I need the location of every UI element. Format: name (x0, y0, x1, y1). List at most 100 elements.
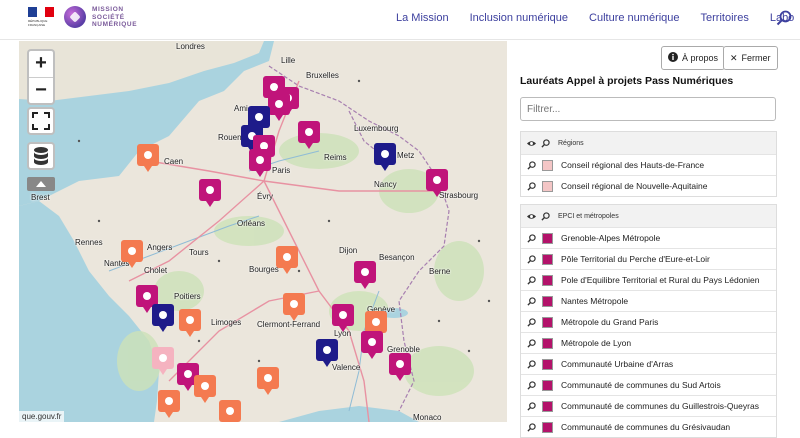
zoom-control: + − (27, 49, 55, 105)
nav-inclusion-numerique[interactable]: Inclusion numérique (470, 12, 568, 24)
zoom-to-icon[interactable] (527, 160, 536, 170)
list-item[interactable]: Communauté de communes du Guillestrois-Q… (521, 395, 776, 416)
color-swatch (542, 421, 553, 433)
map-marker[interactable] (365, 311, 387, 339)
map-marker[interactable] (152, 347, 174, 375)
panel-title: Lauréats Appel à projets Pass Numériques (520, 75, 734, 87)
zoom-to-icon[interactable] (541, 211, 550, 221)
city-label: Valence (332, 363, 361, 372)
nav-la-mission[interactable]: La Mission (396, 12, 449, 24)
map-marker[interactable] (121, 240, 143, 268)
zoom-to-icon[interactable] (541, 138, 550, 148)
list-item[interactable]: Conseil régional des Hauts-de-France (521, 154, 776, 175)
map-marker[interactable] (194, 375, 216, 403)
search-icon[interactable] (776, 10, 792, 26)
map-marker[interactable] (158, 390, 180, 418)
city-label: Tours (189, 248, 209, 257)
city-label: Lille (281, 56, 296, 65)
eye-icon[interactable] (527, 139, 536, 148)
list-item[interactable]: Métropole de Lyon (521, 332, 776, 353)
city-label: Clermont-Ferrand (257, 320, 321, 329)
color-swatch (542, 180, 553, 192)
map-marker[interactable] (276, 246, 298, 274)
zoom-to-icon[interactable] (527, 296, 536, 306)
mission-societe-numerique-logo[interactable]: MISSION SOCIÉTÉ NUMÉRIQUE (64, 6, 137, 29)
map-marker[interactable] (219, 400, 241, 422)
map-attribution[interactable]: que.gouv.fr (19, 411, 65, 422)
about-button[interactable]: À propos (661, 46, 726, 70)
zoom-to-icon[interactable] (527, 422, 536, 432)
epci-list: Grenoble-Alpes Métropole Pôle Territorial… (521, 227, 776, 437)
list-item[interactable]: Communauté de communes du Grésivaudan (521, 416, 776, 437)
map-marker[interactable] (298, 121, 320, 149)
map-marker[interactable] (257, 367, 279, 395)
msn-logo-text: MISSION SOCIÉTÉ NUMÉRIQUE (92, 6, 137, 29)
city-label: Reims (324, 153, 347, 162)
map-marker[interactable] (374, 143, 396, 171)
map-marker[interactable] (389, 353, 411, 381)
list-item[interactable]: Grenoble-Alpes Métropole (521, 227, 776, 248)
city-label: Évry (257, 192, 273, 201)
list-item[interactable]: Pôle Territorial du Perche d'Eure-et-Loi… (521, 248, 776, 269)
map-marker[interactable] (332, 304, 354, 332)
map-marker[interactable] (268, 93, 290, 121)
close-icon: ✕ (730, 52, 738, 63)
city-label: Nancy (374, 180, 397, 189)
color-swatch (542, 379, 553, 391)
close-button[interactable]: ✕ Fermer (723, 46, 778, 70)
map-marker[interactable] (354, 261, 376, 289)
city-label: Orléans (237, 219, 266, 228)
zoom-out-button[interactable]: − (29, 77, 53, 103)
collapse-toggle[interactable] (27, 177, 55, 191)
city-label: Brest (31, 193, 50, 202)
map-marker[interactable] (152, 304, 174, 332)
nav-culture-numerique[interactable]: Culture numérique (589, 12, 680, 24)
msn-logo-mark (64, 6, 86, 29)
list-item[interactable]: Communauté de communes du Sud Artois (521, 374, 776, 395)
color-swatch (542, 274, 553, 286)
list-item[interactable]: Métropole du Grand Paris (521, 311, 776, 332)
map-marker[interactable] (361, 331, 383, 359)
zoom-to-icon[interactable] (527, 233, 536, 243)
color-swatch (542, 232, 553, 244)
city-label: Berne (429, 267, 451, 276)
list-item[interactable]: Pole d'Equilibre Territorial et Rural du… (521, 269, 776, 290)
map-marker[interactable] (179, 309, 201, 337)
city-label: Cholet (144, 266, 168, 275)
list-item[interactable]: Communauté Urbaine d'Arras (521, 353, 776, 374)
list-item[interactable]: Nantes Métropole (521, 290, 776, 311)
zoom-to-icon[interactable] (527, 317, 536, 327)
item-label: Métropole du Grand Paris (561, 317, 659, 327)
item-label: Pole d'Equilibre Territorial et Rural du… (561, 275, 760, 285)
zoom-to-icon[interactable] (527, 380, 536, 390)
color-swatch (542, 159, 553, 171)
filter-input[interactable] (520, 97, 776, 121)
map-marker[interactable] (137, 144, 159, 172)
city-label: Metz (397, 151, 415, 160)
map-marker[interactable] (426, 169, 448, 197)
eye-icon[interactable] (527, 212, 536, 221)
zoom-to-icon[interactable] (527, 359, 536, 369)
map-marker[interactable] (316, 339, 338, 367)
zoom-to-icon[interactable] (527, 181, 536, 191)
zoom-to-icon[interactable] (527, 401, 536, 411)
layers-button[interactable] (27, 142, 55, 170)
zoom-to-icon[interactable] (527, 338, 536, 348)
info-icon (668, 52, 678, 64)
map-marker[interactable] (283, 293, 305, 321)
list-item[interactable]: Conseil régional de Nouvelle-Aquitaine (521, 175, 776, 196)
about-label: À propos (682, 53, 719, 63)
zoom-to-icon[interactable] (527, 275, 536, 285)
color-swatch (542, 400, 553, 412)
zoom-to-icon[interactable] (527, 254, 536, 264)
zoom-in-button[interactable]: + (29, 51, 53, 77)
map-marker[interactable] (249, 149, 271, 177)
nav-territoires[interactable]: Territoires (701, 12, 749, 24)
color-swatch (542, 337, 553, 349)
map-marker[interactable] (199, 179, 221, 207)
city-label: Londres (176, 42, 205, 51)
fullscreen-button[interactable] (27, 107, 55, 135)
map[interactable]: Londres Bruxelles Luxembourg Caen Rouen … (19, 41, 507, 422)
republique-francaise-logo[interactable]: RÉPUBLIQUE FRANÇAISE (28, 7, 55, 29)
city-label: Besançon (379, 253, 415, 262)
